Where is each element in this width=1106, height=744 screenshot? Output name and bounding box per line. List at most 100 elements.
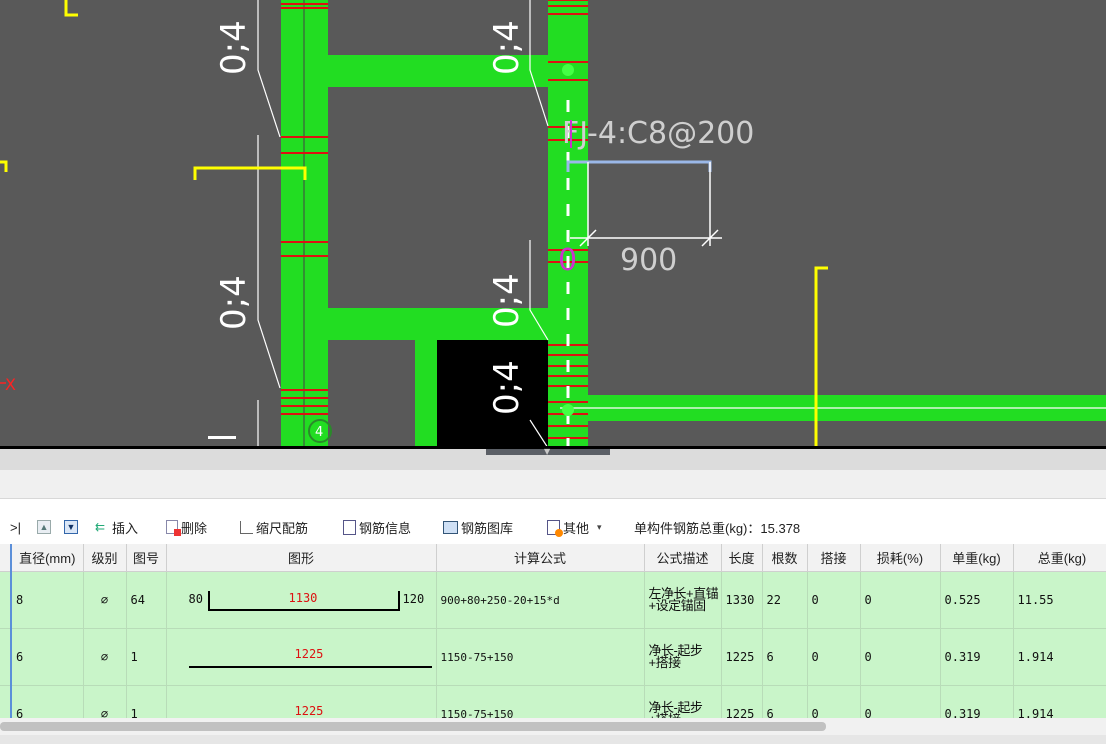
node-point — [562, 404, 574, 416]
row-selector-header — [0, 544, 12, 572]
column-header[interactable]: 直径(mm) — [11, 544, 84, 572]
span-label: 0;4 — [214, 20, 254, 75]
formula-cell[interactable]: 900+80+250-20+15*d — [436, 571, 645, 629]
splitter-grip[interactable]: ▼ — [486, 447, 610, 456]
arrow-down-icon: ▼ — [64, 520, 78, 534]
grid-bubble-label: 4 — [315, 425, 323, 440]
row-selector[interactable] — [0, 571, 12, 629]
grade-cell[interactable]: ⌀ — [83, 628, 127, 686]
description-cell[interactable]: 净长-起步+搭接 — [644, 628, 722, 686]
shape-main-label: 1130 — [288, 591, 318, 605]
count-cell[interactable]: 6 — [762, 685, 808, 720]
span-label: 0;4 — [487, 20, 527, 75]
diameter-cell[interactable]: 6 — [11, 685, 84, 720]
insert-button[interactable]: ⇇ 插入 — [95, 518, 138, 536]
column-header[interactable]: 根数 — [762, 544, 808, 572]
node-point — [562, 64, 574, 76]
column-header[interactable]: 单重(kg) — [940, 544, 1014, 572]
figure-no-cell[interactable]: 1 — [126, 628, 167, 686]
panel-header-strip — [0, 470, 1106, 499]
column-header[interactable]: 图号 — [126, 544, 167, 572]
column-header[interactable]: 长度 — [721, 544, 763, 572]
description-cell[interactable]: 左净长+直锚+设定锚固 — [644, 571, 722, 629]
length-cell[interactable]: 1225 — [721, 685, 763, 720]
shape-cell[interactable]: 1225 — [166, 628, 437, 686]
diameter-cell[interactable]: 6 — [11, 628, 84, 686]
table-header-row: 直径(mm) 级别 图号 图形 计算公式 公式描述 长度 根数 搭接 损耗(%)… — [0, 544, 1106, 572]
partial-label-fragment — [208, 436, 236, 439]
row-selector[interactable] — [0, 628, 12, 686]
scrollbar-thumb[interactable] — [0, 722, 826, 731]
arrow-up-icon: ▲ — [37, 520, 51, 534]
shape-right-label: 120 — [402, 592, 425, 606]
lap-cell[interactable]: 0 — [807, 571, 861, 629]
column-header[interactable]: 图形 — [166, 544, 437, 572]
shape-bar — [188, 666, 432, 668]
ruler-icon — [240, 520, 253, 534]
axis-x-label: X — [5, 375, 16, 394]
scale-rebar-button[interactable]: 缩尺配筋 — [240, 518, 308, 536]
origin-marker: 0 — [558, 243, 577, 278]
loss-cell[interactable]: 0 — [860, 628, 941, 686]
lap-cell[interactable]: 0 — [807, 628, 861, 686]
rebar-library-button[interactable]: 钢筋图库 — [443, 518, 513, 536]
shape-main-label: 1225 — [294, 647, 324, 661]
nav-last-button[interactable]: >| — [10, 518, 21, 536]
grade-cell[interactable]: ⌀ — [83, 685, 127, 720]
insert-icon: ⇇ — [95, 520, 106, 534]
length-cell[interactable]: 1225 — [721, 628, 763, 686]
column-header[interactable]: 总重(kg) — [1013, 544, 1106, 572]
count-cell[interactable]: 6 — [762, 628, 808, 686]
table-row[interactable]: 6 ⌀ 1 1225 1150-75+150 净长-起步+搭接 1225 6 0… — [0, 685, 1106, 720]
unit-weight-cell[interactable]: 0.319 — [940, 628, 1014, 686]
column-header[interactable]: 计算公式 — [436, 544, 645, 572]
other-dropdown-button[interactable]: 其他 ▾ — [547, 518, 602, 537]
table-row[interactable]: 6 ⌀ 1 1225 1150-75+150 净长-起步+搭接 1225 6 0… — [0, 628, 1106, 686]
document-icon — [343, 519, 356, 535]
dimension-hook — [566, 160, 712, 172]
column-header[interactable]: 搭接 — [807, 544, 861, 572]
shape-hook-right — [397, 591, 400, 611]
figure-no-cell[interactable]: 1 — [126, 685, 167, 720]
unit-weight-cell[interactable]: 0.319 — [940, 685, 1014, 720]
formula-cell[interactable]: 1150-75+150 — [436, 685, 645, 720]
chevron-down-icon: ▾ — [597, 521, 602, 532]
span-label: 0;4 — [487, 360, 527, 415]
shape-cell[interactable]: 1225 — [166, 685, 437, 720]
row-selector[interactable] — [0, 685, 12, 720]
total-weight-cell[interactable]: 11.55 — [1013, 571, 1106, 629]
move-up-button[interactable]: ▲ — [37, 518, 54, 536]
horizontal-scrollbar[interactable] — [0, 718, 1106, 735]
loss-cell[interactable]: 0 — [860, 571, 941, 629]
cad-canvas[interactable]: 0;4 0;4 0;4 0;4 0;4 FJ-4:C8@200 900 0 X — [0, 0, 1106, 448]
library-icon — [443, 520, 458, 534]
loss-cell[interactable]: 0 — [860, 685, 941, 720]
unit-weight-cell[interactable]: 0.525 — [940, 571, 1014, 629]
shape-cell[interactable]: 80 1130 120 — [166, 571, 437, 629]
description-cell[interactable]: 净长-起步+搭接 — [644, 685, 722, 720]
span-label: 0;4 — [487, 273, 527, 328]
column-header[interactable]: 损耗(%) — [860, 544, 941, 572]
delete-button[interactable]: 删除 — [166, 518, 207, 536]
dimension-label: 900 — [620, 243, 677, 278]
length-cell[interactable]: 1330 — [721, 571, 763, 629]
cad-drawing[interactable]: 0;4 0;4 0;4 0;4 0;4 FJ-4:C8@200 900 0 X — [0, 0, 1106, 448]
table-row[interactable]: 8 ⌀ 64 80 1130 120 900+80+250-20+15*d 左净… — [0, 571, 1106, 629]
panel-splitter[interactable]: ▼ — [0, 447, 1106, 471]
total-weight-label: 单构件钢筋总重(kg)：15.378 — [634, 520, 801, 536]
formula-cell[interactable]: 1150-75+150 — [436, 628, 645, 686]
grade-cell[interactable]: ⌀ — [83, 571, 127, 629]
diameter-cell[interactable]: 8 — [11, 571, 84, 629]
other-icon — [547, 519, 563, 537]
total-weight-cell[interactable]: 1.914 — [1013, 685, 1106, 720]
rebar-toolbar: >| ▲ ▼ ⇇ 插入 删除 缩尺配筋 钢筋信息 钢筋图库 其他 ▾ 单构件钢筋总重… — [0, 512, 1106, 542]
move-down-button[interactable]: ▼ — [64, 518, 81, 536]
count-cell[interactable]: 22 — [762, 571, 808, 629]
figure-no-cell[interactable]: 64 — [126, 571, 167, 629]
rebar-info-button[interactable]: 钢筋信息 — [343, 518, 411, 536]
lap-cell[interactable]: 0 — [807, 685, 861, 720]
dimension-900 — [570, 162, 722, 247]
column-header[interactable]: 公式描述 — [644, 544, 722, 572]
column-header[interactable]: 级别 — [83, 544, 127, 572]
total-weight-cell[interactable]: 1.914 — [1013, 628, 1106, 686]
